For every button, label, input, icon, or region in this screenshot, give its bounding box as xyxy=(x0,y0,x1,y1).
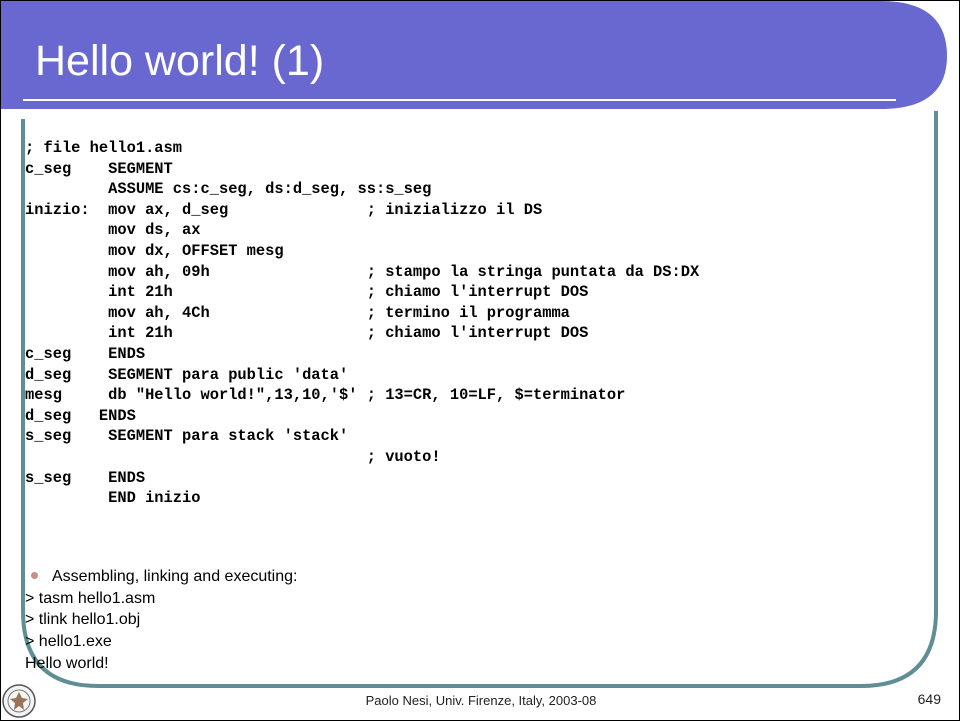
code-line: inizio: mov ax, d_seg ; inizializzo il D… xyxy=(25,200,543,219)
bullet-item: Assembling, linking and executing: xyxy=(25,566,297,588)
slide-title: Hello world! (1) xyxy=(35,37,325,85)
code-line: mov dx, OFFSET mesg xyxy=(25,241,284,260)
code-line: END inizio xyxy=(25,489,201,508)
page-number: 649 xyxy=(917,691,941,707)
code-line: c_seg SEGMENT xyxy=(25,159,173,178)
bullet-text: Assembling, linking and executing: xyxy=(52,568,298,585)
code-line: ; vuoto! xyxy=(25,447,441,466)
code-line: mov ds, ax xyxy=(25,221,201,240)
command-line: > tasm hello1.asm xyxy=(25,589,156,607)
code-line: ; file hello1.asm xyxy=(25,139,183,157)
steps-block: Assembling, linking and executing: > tas… xyxy=(25,566,297,675)
code-block: ; file hello1.asm c_seg SEGMENT ASSUME cs… xyxy=(25,138,699,509)
code-line: s_seg SEGMENT para stack 'stack' xyxy=(25,427,349,446)
footer-text: Paolo Nesi, Univ. Firenze, Italy, 2003-0… xyxy=(365,693,597,708)
code-line: c_seg ENDS xyxy=(25,344,146,363)
code-line: int 21h ; chiamo l'interrupt DOS xyxy=(25,324,589,343)
code-line: s_seg ENDS xyxy=(25,468,146,487)
program-output: Hello world! xyxy=(25,654,109,672)
code-line: d_seg SEGMENT para public 'data' xyxy=(25,365,349,384)
code-line: d_seg ENDS xyxy=(25,406,136,425)
code-line: mov ah, 4Ch ; termino il programma xyxy=(25,303,570,322)
bullet-icon xyxy=(31,572,38,580)
code-line: ASSUME cs:c_seg, ds:d_seg, ss:s_seg xyxy=(25,180,432,199)
code-line: int 21h ; chiamo l'interrupt DOS xyxy=(25,283,589,302)
command-line: > tlink hello1.obj xyxy=(25,611,141,629)
command-line: > hello1.exe xyxy=(25,633,112,651)
code-line: mov ah, 09h ; stampo la stringa puntata … xyxy=(25,262,700,281)
code-line: mesg db "Hello world!",13,10,'$' ; 13=CR… xyxy=(25,386,626,405)
slide: Hello world! (1) ; file hello1.asm c_seg … xyxy=(0,0,960,721)
